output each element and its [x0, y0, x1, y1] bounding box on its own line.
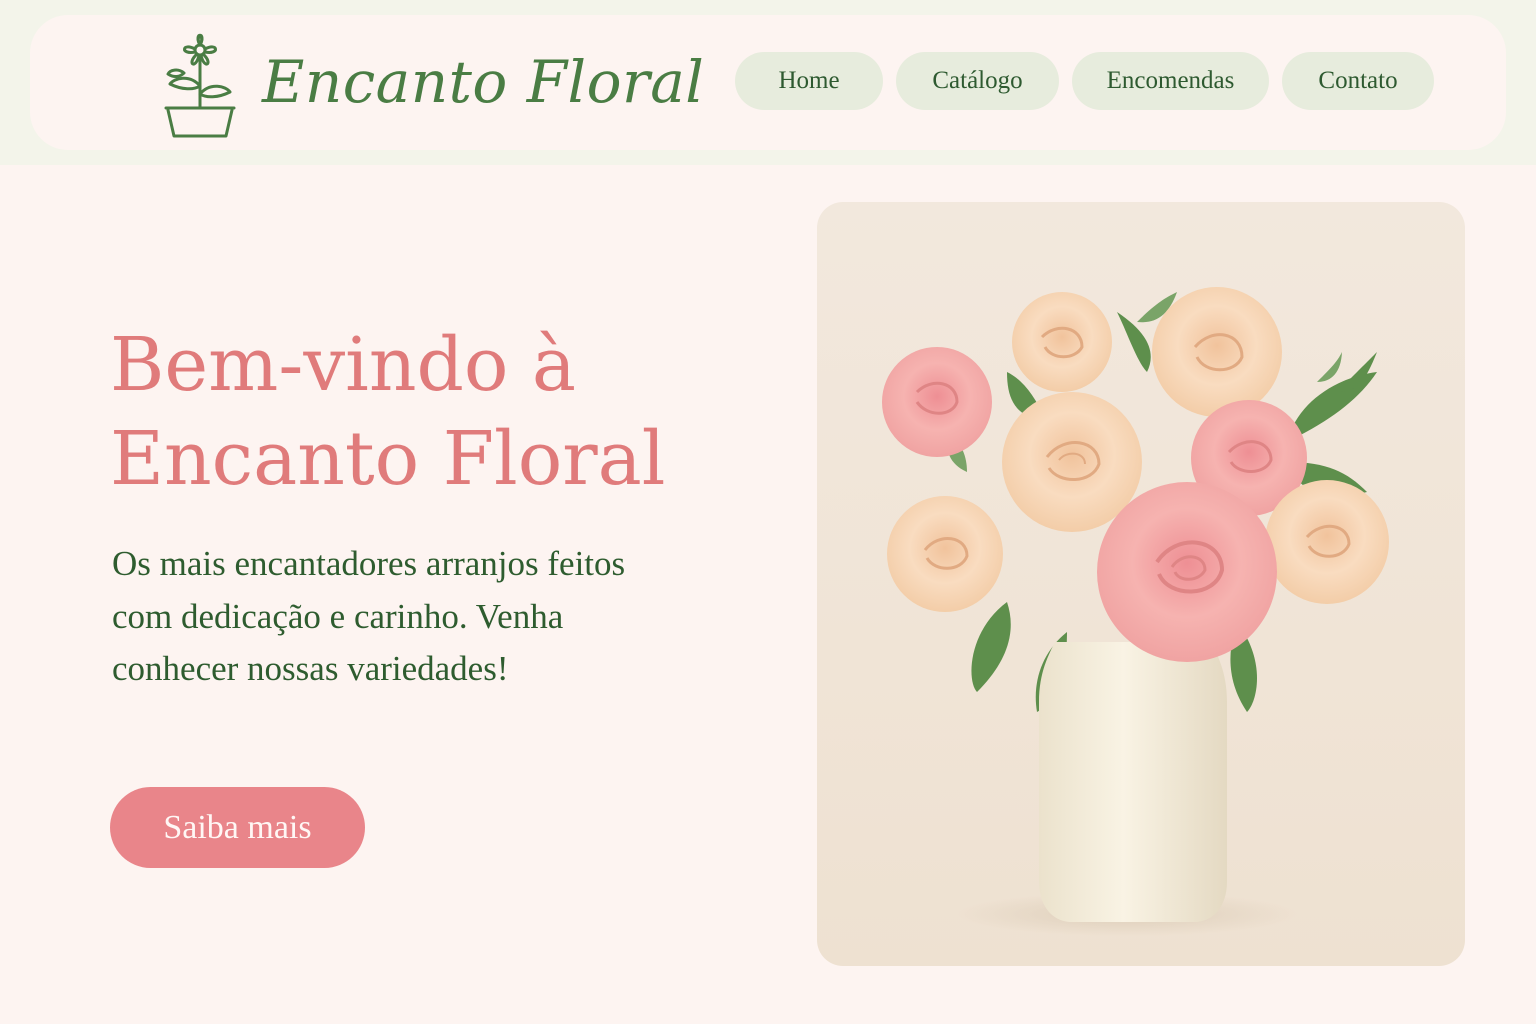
- hero-title-line1: Bem-vindo à: [110, 322, 577, 408]
- nav-home[interactable]: Home: [735, 52, 883, 110]
- saiba-mais-button[interactable]: Saiba mais: [110, 787, 365, 868]
- bouquet-illustration: [882, 287, 1389, 936]
- nav-contato[interactable]: Contato: [1282, 52, 1434, 110]
- hero-title-line2: Encanto Floral: [110, 416, 666, 502]
- hero-description: Os mais encantadores arranjos feitos com…: [112, 544, 626, 688]
- nav-catalogo[interactable]: Catálogo: [896, 52, 1059, 110]
- hero-title: Bem-vindo à Encanto Floral: [110, 318, 730, 506]
- nav-encomendas[interactable]: Encomendas: [1072, 52, 1269, 110]
- flower-pot-icon: [164, 33, 236, 138]
- rose-bouquet-vase-image: [817, 202, 1465, 966]
- brand-name[interactable]: Encanto Floral: [262, 48, 704, 116]
